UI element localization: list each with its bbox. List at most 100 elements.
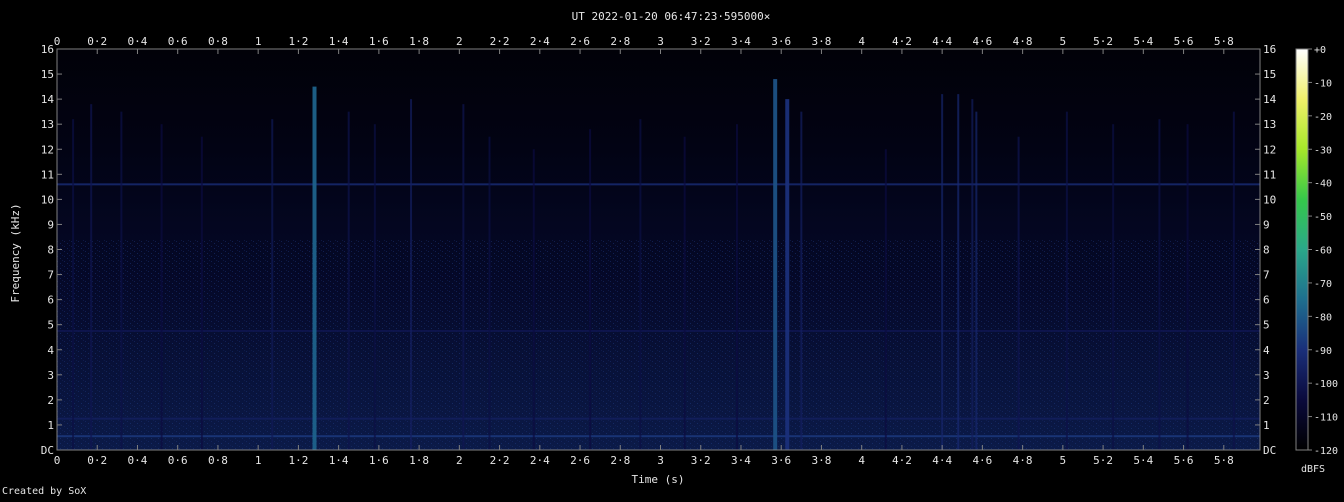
vertical-event-20 [884,149,887,450]
vertical-event-30 [1232,111,1235,450]
x-axis-label: Time (s) [632,473,685,486]
x-tick-top-label-19: 3·8 [812,35,832,48]
y-tick-left-label-4: 4 [47,344,54,357]
x-tick-bottom-label-9: 1·8 [409,454,429,467]
x-tick-top-label-24: 4·8 [1013,35,1033,48]
horizontal-tone-1 [57,329,1260,332]
y-tick-right-label-11: 11 [1263,168,1276,181]
x-tick-bottom-label-24: 4·8 [1013,454,1033,467]
x-tick-top-label-26: 5·2 [1093,35,1113,48]
vertical-event-3 [160,124,163,450]
colorbar-tick-label-2: -20 [1314,112,1332,123]
x-tick-top-label-10: 2 [456,35,463,48]
x-tick-bottom-label-16: 3·2 [691,454,711,467]
y-tick-right-label-14: 14 [1263,93,1277,106]
x-tick-bottom-label-2: 0·4 [128,454,148,467]
x-tick-top-label-0: 0 [54,35,61,48]
x-tick-top-label-11: 2·2 [490,35,510,48]
horizontal-tone-2 [57,417,1260,420]
x-tick-top-label-16: 3·2 [691,35,711,48]
x-tick-bottom-label-7: 1·4 [329,454,349,467]
colorbar-tick-label-8: -80 [1314,312,1332,323]
y-tick-right-label-7: 7 [1263,269,1270,282]
y-tick-right-label-10: 10 [1263,193,1276,206]
colorbar-ticks: +0 -10 -20 -30 -40 -50 -60 -70 -80 -90 -100 -110 -12… [1308,45,1338,457]
x-tick-bottom-label-26: 5·2 [1093,454,1113,467]
vertical-event-4 [200,136,203,450]
y-tick-left-label-8: 8 [47,244,54,257]
x-tick-top-label-3: 0·6 [168,35,188,48]
x-tick-bottom-label-1: 0·2 [87,454,107,467]
x-tick-bottom-label-10: 2 [456,454,463,467]
x-tick-top-label-17: 3·4 [731,35,751,48]
x-tick-bottom-label-4: 0·8 [208,454,228,467]
vertical-event-26 [1065,111,1068,450]
y-tick-right-label-2: 2 [1263,394,1270,407]
vertical-event-2 [120,111,123,450]
y-tick-left-label-3: 3 [47,369,54,382]
x-tick-bottom-label-18: 3·6 [771,454,791,467]
x-tick-bottom-label-22: 4·4 [932,454,952,467]
vertical-event-23 [971,99,974,450]
x-tick-bottom-label-19: 3·8 [812,454,832,467]
x-tick-bottom-label-6: 1·2 [288,454,308,467]
vertical-event-24 [975,111,978,450]
x-tick-top-label-4: 0·8 [208,35,228,48]
x-tick-top-label-28: 5·6 [1174,35,1194,48]
y-tick-left-label-6: 6 [47,294,54,307]
vertical-event-16 [735,124,738,450]
x-tick-bottom-label-25: 5 [1060,454,1067,467]
vertical-event-5 [271,119,274,451]
y-tick-right-label-15: 15 [1263,68,1276,81]
y-tick-right-label-8: 8 [1263,244,1270,257]
colorbar-tick-label-1: -10 [1314,78,1332,89]
x-tick-bottom-label-13: 2·6 [570,454,590,467]
vertical-event-12 [532,149,535,450]
x-tick-top-label-21: 4·2 [892,35,912,48]
vertical-event-10 [462,104,465,450]
vertical-event-8 [373,124,376,450]
y-tick-left-label-0: DC [41,444,54,457]
x-tick-bottom-label-17: 3·4 [731,454,751,467]
x-tick-bottom-label-14: 2·8 [610,454,630,467]
colorbar-tick-label-9: -90 [1314,346,1332,357]
colorbar-tick-label-10: -100 [1314,379,1338,390]
y-tick-left-label-11: 11 [41,168,54,181]
y-tick-left-label-5: 5 [47,319,54,332]
x-tick-bottom-label-5: 1 [255,454,262,467]
y-tick-left-label-1: 1 [47,419,54,432]
x-tick-top-label-25: 5 [1060,35,1067,48]
vertical-event-29 [1186,124,1189,450]
x-tick-top-label-2: 0·4 [128,35,148,48]
x-tick-top-label-8: 1·6 [369,35,389,48]
x-tick-top-label-5: 1 [255,35,262,48]
colorbar-tick-label-3: -30 [1314,145,1332,156]
x-tick-top-label-27: 5·4 [1133,35,1153,48]
vertical-event-0 [72,119,75,451]
spectrogram-svg: UT 2022-01-20 06:47:23·595000× 0 0·2 0·4 0·… [2,10,1338,497]
vertical-event-14 [639,119,642,451]
x-tick-bottom-label-28: 5·6 [1174,454,1194,467]
y-tick-left-label-10: 10 [41,193,54,206]
vertical-event-13 [589,129,592,450]
x-tick-top-label-7: 1·4 [329,35,349,48]
y-tick-left-label-9: 9 [47,218,54,231]
colorbar-tick-label-4: -40 [1314,179,1332,190]
vertical-event-22 [957,94,960,451]
x-tick-top-label-13: 2·6 [570,35,590,48]
y-tick-right-label-12: 12 [1263,143,1276,156]
y-tick-right-label-3: 3 [1263,369,1270,382]
spectrogram-chart: UT 2022-01-20 06:47:23·595000× 0 0·2 0·4 0·… [0,0,1344,498]
y-tick-right-label-13: 13 [1263,118,1276,131]
y-tick-right-label-9: 9 [1263,218,1270,231]
colorbar-tick-label-6: -60 [1314,246,1332,257]
horizontal-tone-0 [57,183,1260,186]
vertical-event-17 [773,79,778,450]
x-tick-top-label-1: 0·2 [87,35,107,48]
vertical-event-11 [488,136,491,450]
y-tick-right-label-16: 16 [1263,43,1276,56]
y-tick-left-label-2: 2 [47,394,54,407]
vertical-event-27 [1112,124,1115,450]
x-tick-top-label-22: 4·4 [932,35,952,48]
vertical-event-6 [312,86,317,450]
